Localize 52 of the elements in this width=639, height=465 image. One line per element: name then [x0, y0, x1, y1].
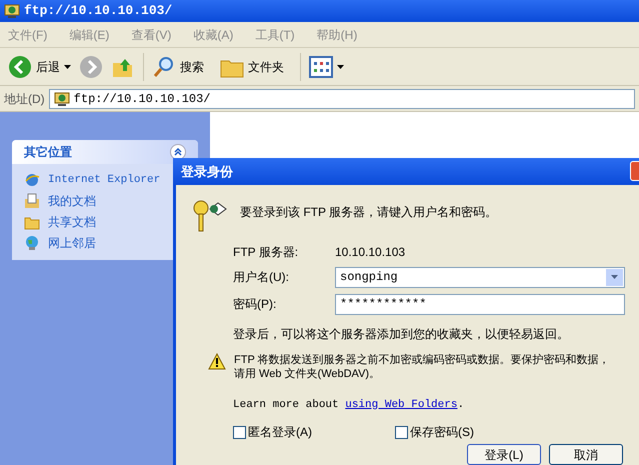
- place-link[interactable]: 网上邻居: [48, 234, 96, 252]
- place-link[interactable]: Internet Explorer: [48, 172, 160, 188]
- keys-icon: [192, 198, 228, 232]
- views-button[interactable]: [309, 56, 344, 78]
- menu-item[interactable]: 文件(F): [8, 26, 48, 44]
- learn-more-text: Learn more about using Web Folders.: [232, 398, 466, 412]
- folders-button[interactable]: 文件夹: [220, 56, 284, 78]
- menu-item[interactable]: 帮助(H): [316, 26, 358, 44]
- dropdown-button[interactable]: [606, 268, 623, 286]
- place-link[interactable]: 共享文档: [48, 212, 96, 230]
- password-field[interactable]: ************: [335, 294, 625, 314]
- place-link[interactable]: 我的文档: [48, 192, 96, 210]
- intro-text: 要登录到该 FTP 服务器，请键入用户名和密码。: [240, 204, 498, 220]
- collapse-button[interactable]: [170, 144, 186, 160]
- caret-icon: [337, 64, 344, 68]
- panel-title: 其它位置: [24, 144, 72, 161]
- network-folder-icon: [4, 3, 20, 19]
- search-button[interactable]: 搜索: [152, 54, 204, 78]
- web-folders-link[interactable]: using Web Folders: [345, 398, 458, 410]
- caret-icon: [611, 275, 618, 279]
- chevrons-icon: [174, 148, 182, 156]
- password-label: 密码(P):: [233, 296, 278, 313]
- network-folder-icon: [54, 90, 70, 106]
- warning-icon: [208, 352, 226, 370]
- checkbox[interactable]: [395, 426, 408, 438]
- checkbox[interactable]: [233, 426, 246, 438]
- browser-icon: [24, 172, 40, 188]
- documents-icon: [24, 192, 40, 208]
- search-icon: [152, 54, 176, 78]
- favorites-note: 登录后，可以将这个服务器添加到您的收藏夹，以便轻易返回。: [232, 326, 570, 342]
- dialog-button[interactable]: 取消: [549, 444, 623, 465]
- grid-view-icon: [309, 56, 333, 78]
- warning-text: FTP 将数据发送到服务器之前不加密或编码密码或数据。要保护密码和数据，请用 Web 文件夹(WebDAV)。: [234, 352, 611, 380]
- back-button[interactable]: 后退: [8, 54, 71, 78]
- dialog-title: 登录身份: [181, 162, 233, 180]
- menu-item[interactable]: 工具(T): [255, 26, 295, 44]
- address-label: 地址(D): [4, 90, 45, 108]
- window-title: ftp://10.10.10.103/: [24, 2, 172, 20]
- username-label: 用户名(U):: [233, 269, 290, 286]
- server-value: 10.10.10.103: [335, 244, 406, 260]
- menu-item[interactable]: 收藏(A): [193, 26, 234, 44]
- username-combobox[interactable]: songping: [335, 266, 625, 288]
- server-label: FTP 服务器:: [233, 244, 300, 260]
- caret-icon: [64, 64, 71, 68]
- checkbox-label: 匿名登录(A): [248, 424, 312, 441]
- menu-item[interactable]: 查看(V): [131, 26, 172, 44]
- menu-item[interactable]: 编辑(E): [69, 26, 110, 44]
- dialog-button[interactable]: 登录(L): [467, 444, 541, 465]
- globe-icon: [24, 234, 40, 250]
- checkbox-label: 保存密码(S): [410, 424, 474, 441]
- close-button[interactable]: [630, 161, 639, 182]
- address-field[interactable]: ftp://10.10.10.103/: [48, 88, 635, 108]
